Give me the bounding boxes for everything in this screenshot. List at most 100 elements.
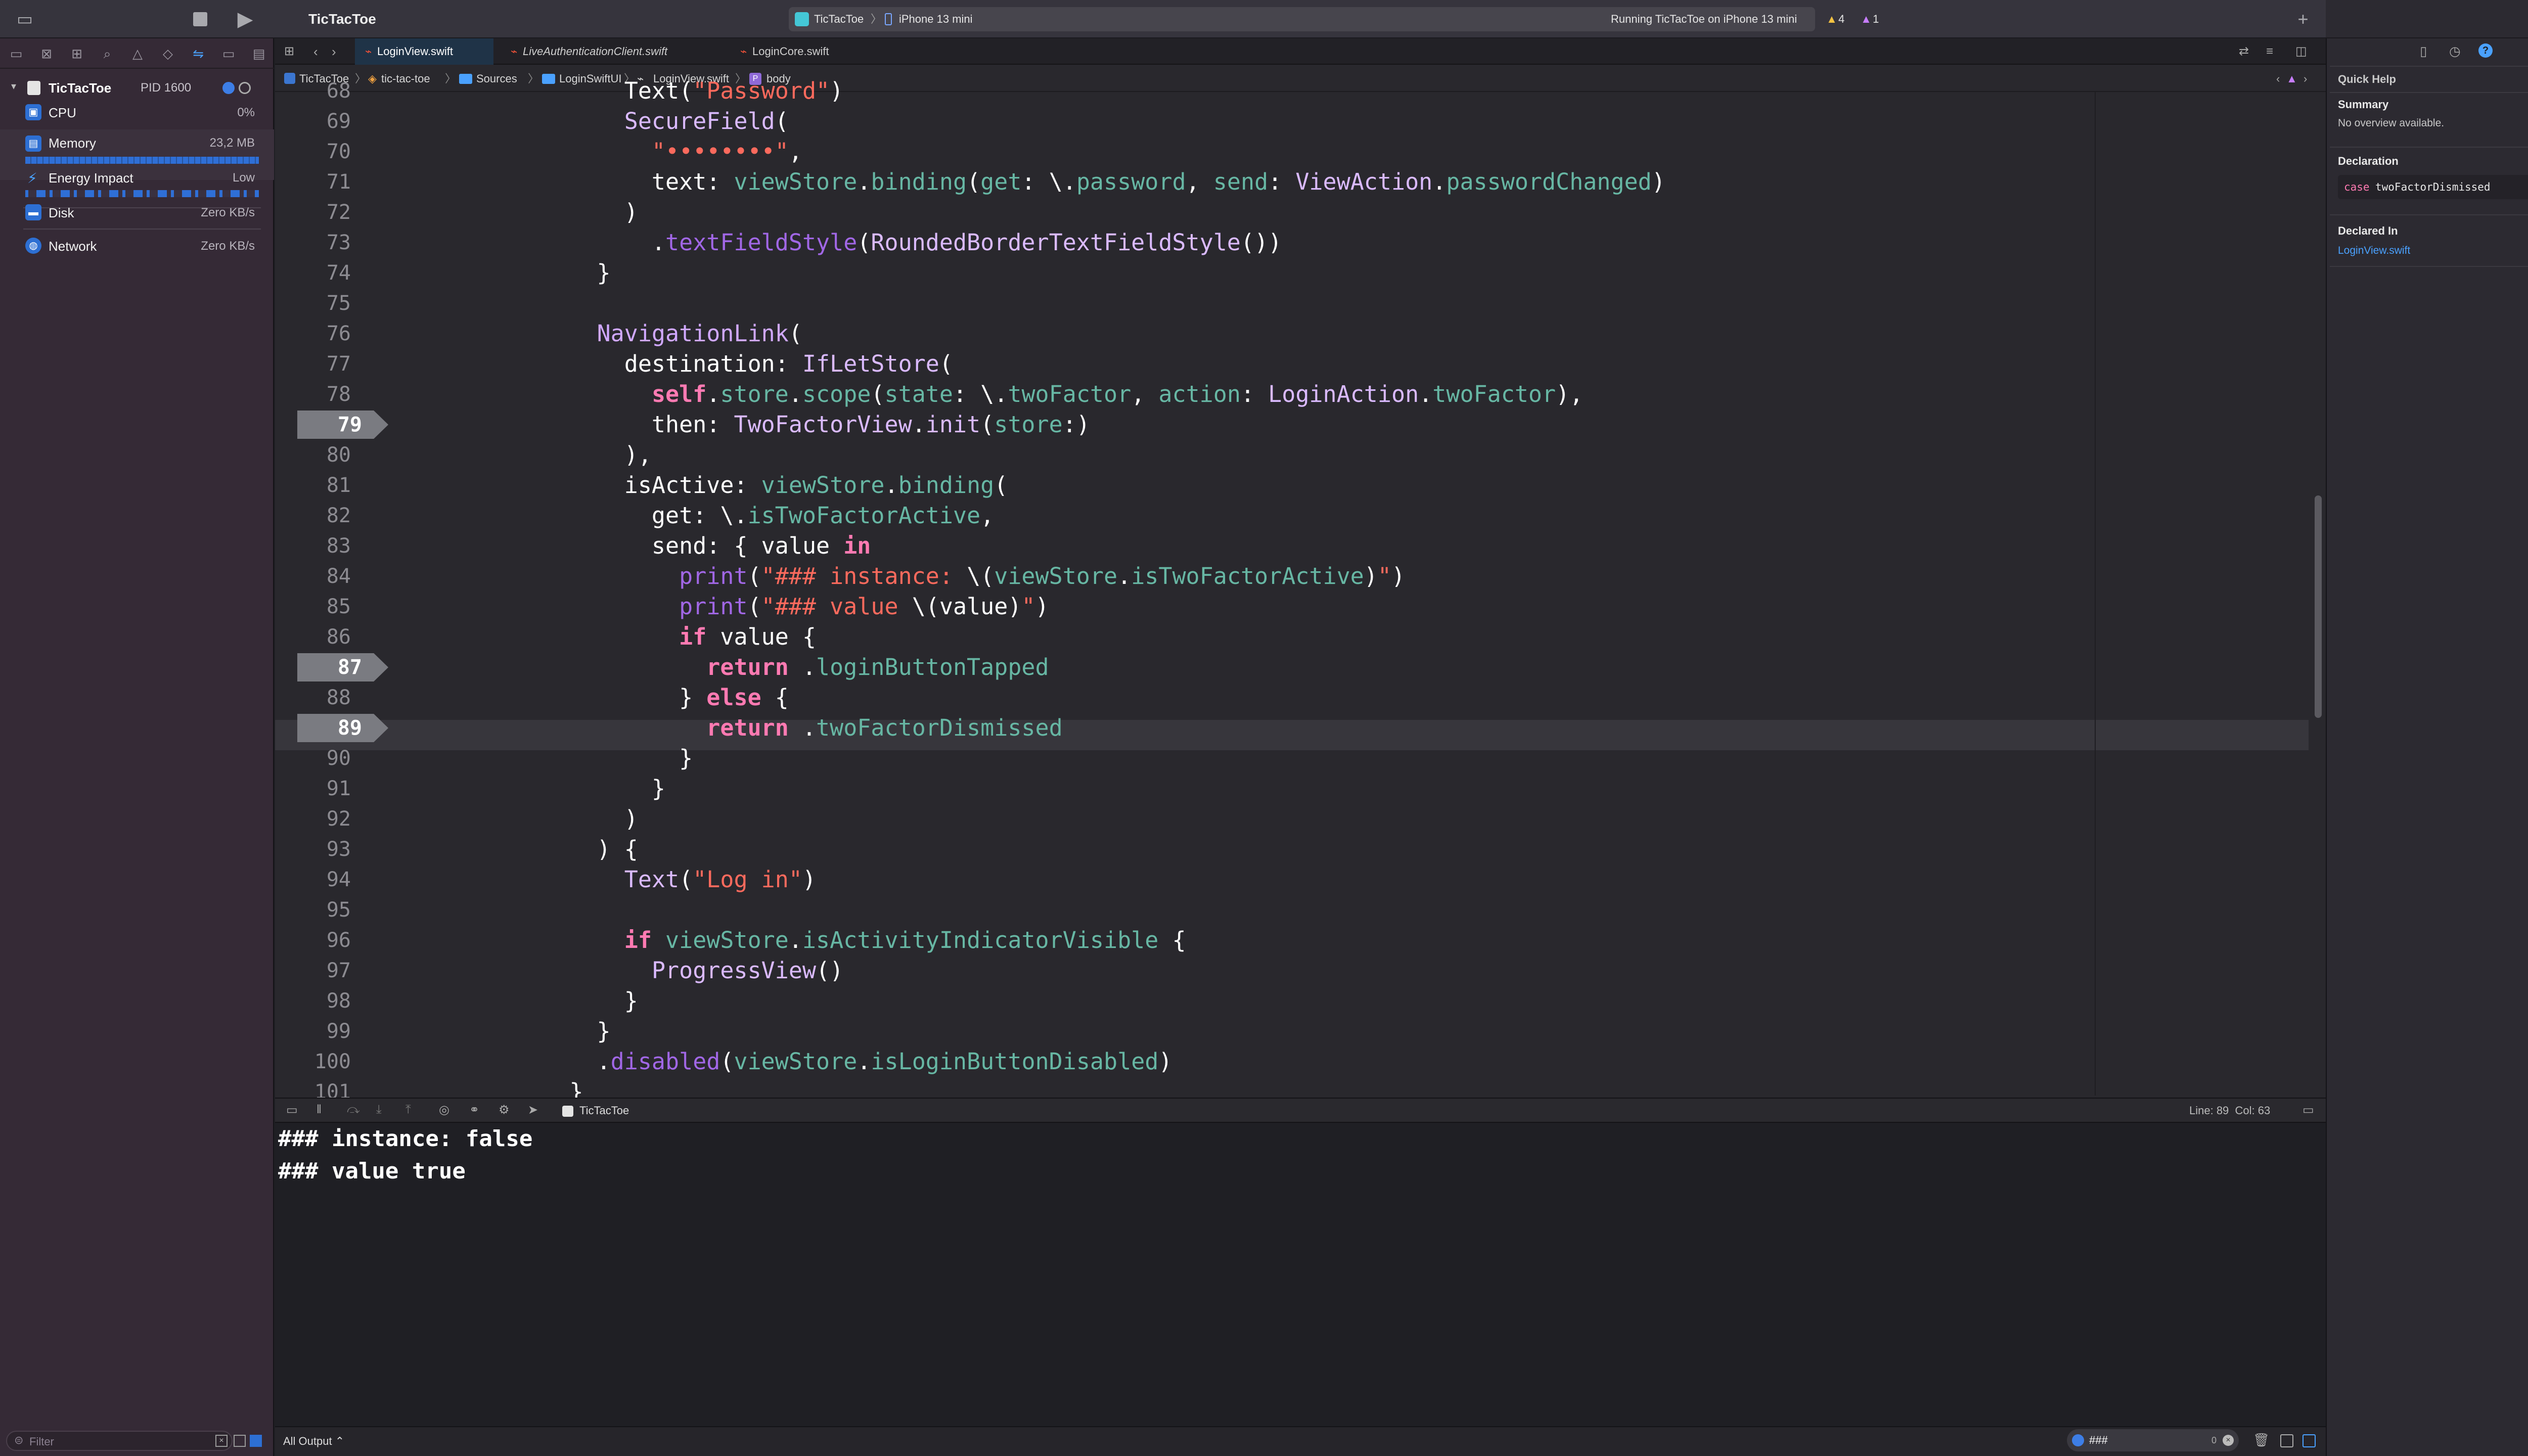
line-number[interactable]: 72 [275,197,351,228]
console-output[interactable]: ### instance: false ### value true [275,1123,2309,1426]
line-number[interactable]: 92 [275,804,351,834]
filter-input[interactable]: ### [2089,1429,2108,1451]
step-out-icon[interactable]: ⤒ [405,1103,411,1117]
history-icon[interactable]: ◷ [2449,43,2461,59]
console-view-icon[interactable] [2303,1434,2316,1447]
breakpoint-nav-icon[interactable]: ▭ [213,38,244,69]
line-number[interactable]: 84 [275,561,351,592]
stop-button[interactable] [193,12,207,26]
report-icon[interactable]: ▤ [244,38,274,69]
pause-icon[interactable]: ‖ [317,1103,322,1117]
hide-debug-area-icon[interactable]: ▭ [286,1103,298,1117]
line-number[interactable]: 95 [275,895,351,925]
issue-icon[interactable]: △ [122,38,153,69]
line-number[interactable]: 70 [275,136,351,167]
line-number[interactable]: 89 [297,714,362,742]
line-number[interactable]: 79 [297,411,362,439]
forward-icon[interactable]: › [332,38,336,65]
run-button[interactable]: ▶ [233,0,258,38]
step-over-icon[interactable]: ⤼ [347,1103,360,1117]
tab-liveauthenticationclient[interactable]: ⌁ LiveAuthenticationClient.swift [501,38,719,65]
editor-options-icon[interactable]: ≡ [2266,38,2273,65]
line-number[interactable]: 86 [275,622,351,652]
divider [2330,214,2528,215]
debug-target[interactable]: TicTacToe [579,1099,629,1123]
symbol-icon[interactable]: ⊞ [62,38,92,69]
issue-indicator-icon[interactable]: ▲ [2286,66,2297,92]
line-number[interactable]: 96 [275,925,351,956]
line-number[interactable]: 83 [275,531,351,561]
divider [2330,66,2528,67]
warning-count[interactable]: 4 [1838,7,1844,31]
source-control-icon[interactable]: ⊠ [31,38,62,69]
disclosure-triangle-icon[interactable]: ▾ [11,80,16,93]
warning-icon[interactable]: ▲ [1826,7,1837,31]
line-number[interactable]: 77 [275,349,351,379]
line-number[interactable]: 75 [275,288,351,318]
console-toggle-icon[interactable]: ▭ [2303,1103,2314,1117]
line-number[interactable]: 82 [275,500,351,531]
file-inspector-icon[interactable]: ▯ [2420,43,2427,59]
line-number[interactable]: 97 [275,956,351,986]
line-number[interactable]: 80 [275,440,351,470]
line-number[interactable]: 100 [275,1046,351,1077]
line-number[interactable]: 78 [275,379,351,410]
line-number[interactable]: 91 [275,774,351,804]
editor-scrollbar[interactable] [2315,495,2322,718]
output-selector[interactable]: All Output ⌃ [283,1427,344,1455]
back-icon[interactable]: ‹ [313,38,318,65]
line-number[interactable]: 76 [275,318,351,349]
line-number[interactable]: 68 [275,76,351,106]
tab-logincore[interactable]: ⌁ LoginCore.swift [730,38,877,65]
issue-count[interactable]: 1 [1873,7,1879,31]
line-number[interactable]: 69 [275,106,351,136]
scheme-selector[interactable]: TicTacToe [814,7,864,31]
filter-option-icon[interactable]: × [215,1435,228,1447]
gauge-cpu[interactable]: ▣ CPU 0% [0,97,274,128]
runtime-issue-icon[interactable]: ▲ [1861,7,1872,31]
line-number[interactable]: 71 [275,167,351,197]
next-issue-icon[interactable]: › [2304,66,2307,92]
line-number[interactable]: 73 [275,228,351,258]
navigator-toggle-icon[interactable]: ▭ [12,0,37,38]
line-number[interactable]: 90 [275,743,351,774]
line-number[interactable]: 98 [275,986,351,1016]
location-icon[interactable]: ➤ [528,1103,538,1117]
add-icon[interactable]: + [2290,0,2316,38]
clear-icon[interactable]: × [2223,1435,2234,1446]
debug-icon[interactable]: ⇋ [183,38,213,69]
memory-graph-icon[interactable]: ⚭ [469,1103,479,1117]
quick-help-icon[interactable]: ? [2478,43,2493,58]
line-number[interactable]: 88 [275,682,351,713]
breadcrumb-item[interactable]: Sources [476,66,517,92]
line-number[interactable]: 94 [275,864,351,895]
declared-in-link[interactable]: LoginView.swift [2338,245,2410,257]
split-editor-icon[interactable]: ◫ [2295,38,2307,65]
step-into-icon[interactable]: ⤓ [376,1103,382,1117]
filter-option-icon[interactable] [250,1435,262,1447]
line-number[interactable]: 99 [275,1016,351,1046]
test-icon[interactable]: ◇ [153,38,183,69]
view-hierarchy-icon[interactable]: ◎ [439,1103,449,1117]
search-icon[interactable]: ⌕ [92,38,122,69]
breadcrumb-item[interactable]: tic-tac-toe [381,66,430,92]
previous-issue-icon[interactable]: ‹ [2276,66,2280,92]
line-number[interactable]: 93 [275,834,351,864]
gauge-disk[interactable]: ▬ Disk Zero KB/s [0,197,274,229]
gauge-network[interactable]: ◍ Network Zero KB/s [0,231,274,262]
trash-icon[interactable]: 🗑 [2253,1432,2270,1448]
line-number[interactable]: 85 [275,592,351,622]
folder-icon[interactable]: ▭ [1,38,31,69]
variables-view-icon[interactable] [2280,1434,2293,1447]
grid-icon[interactable]: ⊞ [284,38,294,65]
navigator-filter[interactable]: ⊜ Filter [6,1431,233,1451]
line-number[interactable]: 87 [297,653,362,681]
console-filter-field[interactable]: ### 0 × [2067,1429,2239,1451]
line-number[interactable]: 81 [275,470,351,500]
destination-selector[interactable]: iPhone 13 mini [899,7,973,31]
related-items-icon[interactable]: ⇄ [2239,38,2249,65]
line-number[interactable]: 74 [275,258,351,288]
environment-icon[interactable]: ⚙ [499,1103,510,1117]
tab-loginview[interactable]: ⌁ LoginView.swift [355,38,493,65]
filter-option-icon[interactable] [234,1435,246,1447]
